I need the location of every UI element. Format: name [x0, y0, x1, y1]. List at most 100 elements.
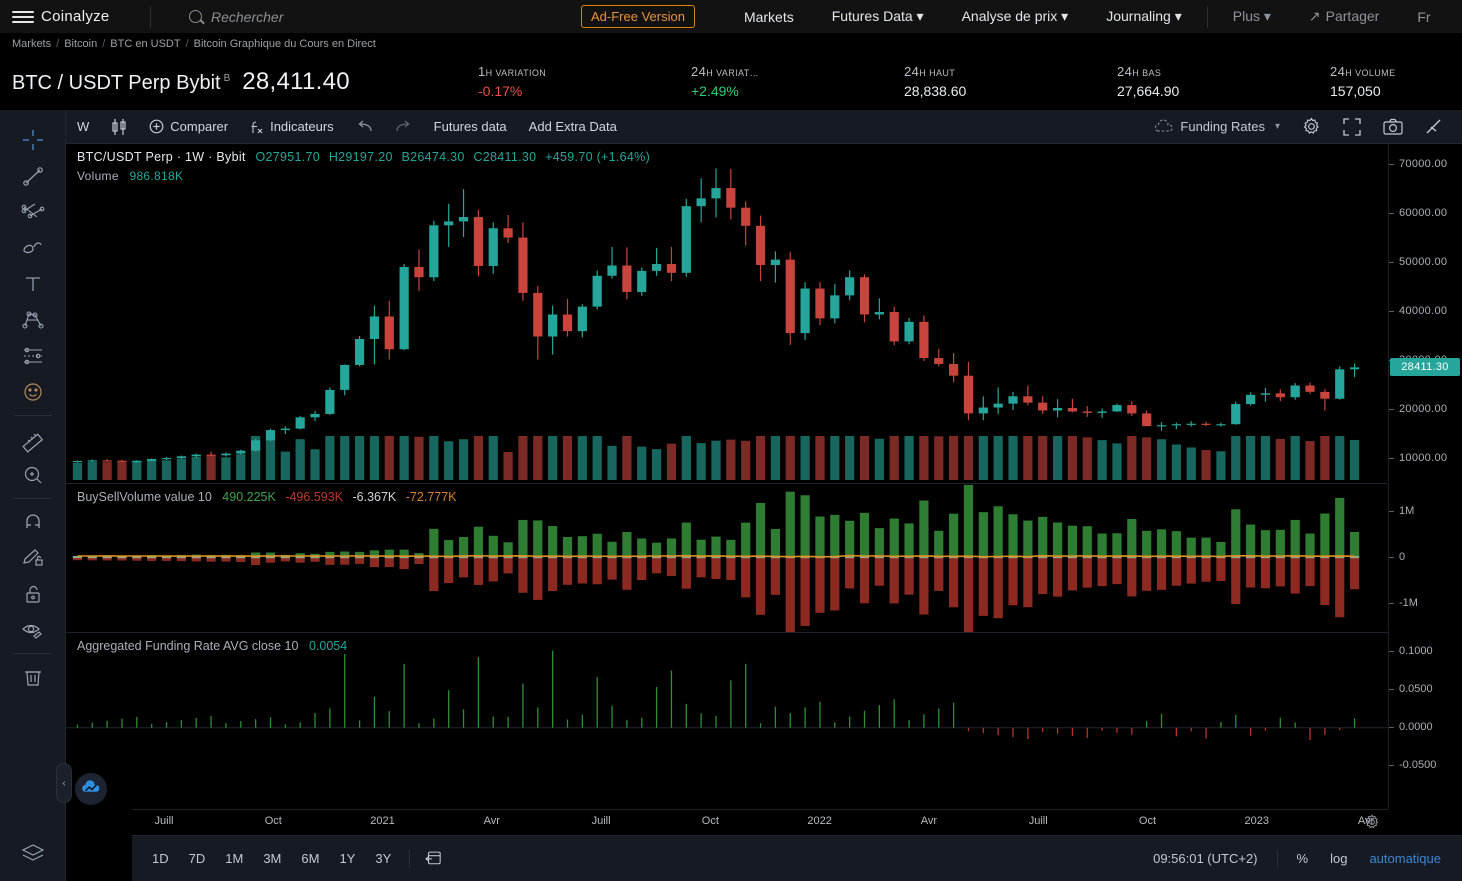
menu-item-partager[interactable]: ↗ Partager: [1290, 8, 1398, 25]
chart-toolbar-right: Funding Rates ▾: [1143, 110, 1454, 144]
axis-tick: [1389, 212, 1394, 214]
axis-tick: [1389, 603, 1394, 605]
stat-24h-variation: 24H VARIAT… +2.49%: [691, 64, 904, 99]
date-range-calendar-icon[interactable]: [418, 849, 448, 869]
range-button-6m[interactable]: 6M: [291, 851, 329, 866]
menu-item-markets[interactable]: Markets: [725, 9, 813, 25]
funding-axis[interactable]: 0.1000 0.0500 0.0000 -0.0500: [1388, 632, 1462, 809]
funding-rates-label: Funding Rates: [1180, 119, 1265, 134]
menu-item-language[interactable]: Fr: [1398, 9, 1449, 25]
search-input[interactable]: Rechercher: [211, 9, 283, 25]
time-axis-tick-label: Juill: [591, 815, 611, 827]
menu-item-journaling[interactable]: Journaling ▾: [1087, 8, 1201, 25]
indicators-button[interactable]: Indicateurs: [239, 110, 345, 144]
exchange-badge: B: [223, 73, 231, 85]
range-button-1d[interactable]: 1D: [142, 851, 179, 866]
crosshair-tool-icon[interactable]: [13, 122, 53, 158]
interval-selector[interactable]: W: [66, 110, 100, 144]
menu-item-analyse-de-prix[interactable]: Analyse de prix ▾: [943, 8, 1088, 25]
pitchfork-tool-icon[interactable]: [13, 302, 53, 338]
ohlc-change: +459.70 (+1.64%): [545, 150, 651, 164]
screenshot-button[interactable]: [1372, 110, 1414, 144]
price-axis-tick-label: 70000.00: [1399, 157, 1448, 170]
brush-tool-icon[interactable]: [13, 230, 53, 266]
brand-logo[interactable]: Coinalyze: [0, 8, 150, 25]
hide-drawings-eye-icon[interactable]: [13, 612, 53, 648]
breadcrumb-sep: /: [185, 38, 189, 50]
range-button-1y[interactable]: 1Y: [329, 851, 365, 866]
share-icon: ↗: [1308, 8, 1321, 24]
time-axis-tick-label: Oct: [701, 815, 719, 827]
redo-button[interactable]: [384, 110, 423, 144]
bottombar-divider-2: [1276, 849, 1278, 868]
range-button-1m[interactable]: 1M: [215, 851, 253, 866]
emoji-tool-icon[interactable]: [13, 374, 53, 410]
buysell-volume-pane[interactable]: BuySellVolume value 10 490.225K -496.593…: [66, 483, 1388, 636]
compare-button[interactable]: Comparer: [138, 110, 239, 144]
breadcrumb-sep: /: [102, 38, 106, 50]
axis-tick: [1389, 408, 1394, 410]
lock-tool-icon[interactable]: [13, 576, 53, 612]
percent-scale-button[interactable]: %: [1286, 851, 1320, 866]
stat-label-num: 1: [478, 64, 486, 79]
stat-label-rest: H VARIAT…: [706, 68, 760, 78]
zoom-tool-icon[interactable]: [13, 457, 53, 493]
chart-type-candles-icon[interactable]: [100, 110, 138, 144]
stat-value: +2.49%: [691, 83, 739, 99]
hamburger-menu-icon[interactable]: [12, 10, 34, 23]
page-title[interactable]: BTC / USDT Perp Bybit B: [12, 72, 230, 95]
trend-line-tool-icon[interactable]: [13, 158, 53, 194]
fullscreen-icon: [1343, 117, 1361, 136]
range-button-3m[interactable]: 3M: [253, 851, 291, 866]
breadcrumb-item-btc-usdt[interactable]: BTC en USDT: [110, 38, 180, 50]
log-scale-button[interactable]: log: [1319, 851, 1358, 866]
patterns-tool-icon[interactable]: [13, 338, 53, 374]
chart-settings-button[interactable]: [1291, 110, 1332, 144]
volume-axis[interactable]: 1M 0 -1M: [1388, 483, 1462, 631]
drawing-tools-sidebar: [0, 110, 66, 881]
layers-button[interactable]: [0, 841, 65, 867]
ad-free-version-button[interactable]: Ad-Free Version: [581, 5, 695, 28]
range-button-7d[interactable]: 7D: [179, 851, 216, 866]
instrument-pair-label: BTC / USDT Perp Bybit: [12, 72, 221, 94]
menu-divider: [1206, 5, 1208, 28]
futures-data-button[interactable]: Futures data: [423, 110, 518, 144]
chart-area: W Comparer Indicateurs Futures data Add …: [66, 110, 1462, 881]
gear-icon: [1303, 117, 1319, 134]
redo-icon: [396, 120, 410, 131]
funding-title: Aggregated Funding Rate AVG close 10: [77, 639, 299, 653]
breadcrumb-item-markets[interactable]: Markets: [12, 38, 51, 50]
buysell-value-2: -496.593K: [285, 490, 343, 504]
undo-button[interactable]: [345, 110, 384, 144]
stat-label-num: 24: [1117, 64, 1133, 79]
price-axis[interactable]: 70000.0060000.0050000.0040000.0030000.00…: [1388, 144, 1462, 482]
sidebar-collapse-button[interactable]: ‹: [56, 763, 72, 803]
axis-tick: [1389, 310, 1394, 312]
time-axis-tick-label: Juill: [1028, 815, 1048, 827]
volume-axis-tick-label: -1M: [1399, 597, 1418, 610]
funding-value: 0.0054: [308, 639, 348, 653]
axis-tick: [1389, 557, 1394, 558]
auto-scale-button[interactable]: automatique: [1358, 851, 1452, 866]
add-extra-data-button[interactable]: Add Extra Data: [518, 110, 628, 144]
time-axis[interactable]: Juill Oct 2021 Avr Juill Oct 2022 Avr Juill Oct 20…: [132, 809, 1388, 835]
fibonacci-tool-icon[interactable]: [13, 194, 53, 230]
plus-circle-icon: [149, 119, 164, 134]
search-box[interactable]: Rechercher: [151, 9, 581, 25]
fullscreen-button[interactable]: [1332, 110, 1372, 144]
drawing-lock-tool-icon[interactable]: [13, 540, 53, 576]
trend-indicator-button[interactable]: [1414, 110, 1454, 144]
menu-item-futures-data[interactable]: Futures Data ▾: [813, 8, 943, 25]
magnet-tool-icon[interactable]: [13, 504, 53, 540]
funding-rate-pane[interactable]: Aggregated Funding Rate AVG close 10 0.0…: [66, 632, 1388, 809]
text-tool-icon[interactable]: [13, 266, 53, 302]
price-pane[interactable]: BTC/USDT Perp · 1W · Bybit O27951.70 H29…: [66, 144, 1388, 482]
funding-rates-selector[interactable]: Funding Rates ▾: [1143, 110, 1291, 144]
delete-drawings-trash-icon[interactable]: [13, 659, 53, 695]
funding-axis-tick-label: 0.0500: [1399, 682, 1433, 695]
ruler-tool-icon[interactable]: [13, 421, 53, 457]
range-button-3y[interactable]: 3Y: [365, 851, 401, 866]
breadcrumb-item-bitcoin[interactable]: Bitcoin: [64, 38, 97, 50]
menu-item-plus[interactable]: Plus ▾: [1214, 8, 1290, 25]
time-axis-settings-icon[interactable]: [1364, 814, 1380, 833]
